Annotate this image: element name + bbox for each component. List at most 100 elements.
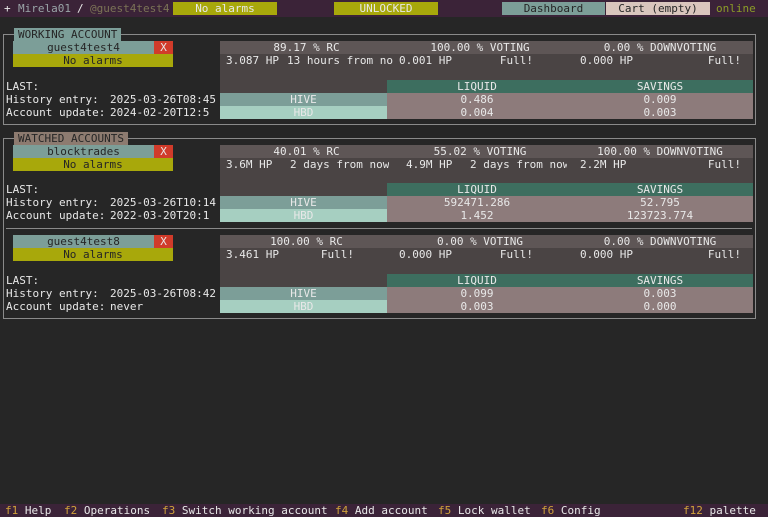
footer-label: Switch working account <box>181 504 328 517</box>
footer-label: Lock wallet <box>457 504 531 517</box>
history-entry-value: 2025-03-26T10:14 <box>110 196 216 209</box>
liquid-header: LIQUID <box>387 183 567 196</box>
close-icon[interactable]: X <box>154 145 173 158</box>
savings-header: SAVINGS <box>567 80 753 93</box>
last-label: LAST: <box>6 183 40 196</box>
vote-eta: Full! <box>499 248 533 261</box>
profile-name[interactable]: Mirela01 <box>18 2 71 15</box>
vote-hp: 4.9M HP <box>406 158 453 171</box>
dashboard-button[interactable]: Dashboard <box>502 2 605 15</box>
hive-label: HIVE <box>220 287 387 300</box>
history-entry-value: 2025-03-26T08:45 <box>110 93 216 106</box>
down-eta: Full! <box>707 158 741 171</box>
hbd-liquid: 1.452 <box>387 209 567 222</box>
hive-liquid: 592471.286 <box>387 196 567 209</box>
rc-percent: 100.00 % RC <box>220 235 393 248</box>
working-account-alarms[interactable]: No alarms <box>13 54 173 67</box>
hive-label: HIVE <box>220 196 387 209</box>
hbd-liquid: 0.003 <box>387 300 567 313</box>
downvoting-percent: 0.00 % DOWNVOTING <box>567 235 753 248</box>
account-update-value: 2024-02-20T12:5 <box>110 106 210 119</box>
rc-hp-row: 3.6M HP 2 days from now <box>220 158 393 197</box>
close-icon[interactable]: X <box>154 41 173 54</box>
footer-label: Config <box>560 504 601 517</box>
vote-eta: 2 days from now <box>470 158 567 171</box>
footer-add-account[interactable]: f4 Add account <box>335 504 428 517</box>
watched-account-alarms[interactable]: No alarms <box>13 158 173 171</box>
last-label: LAST: <box>6 80 40 93</box>
down-hp: 2.2M HP <box>580 158 627 171</box>
footer-key: f5 <box>438 504 452 517</box>
footer-label: Operations <box>83 504 151 517</box>
rc-eta: 2 days from now <box>290 158 390 171</box>
footer-keybar: f1 Help f2 Operations f3 Switch working … <box>0 504 768 517</box>
lock-status[interactable]: UNLOCKED <box>334 2 438 15</box>
savings-header: SAVINGS <box>567 274 753 287</box>
downvoting-percent: 0.00 % DOWNVOTING <box>567 41 753 54</box>
rc-eta: 13 hours from now <box>287 54 393 67</box>
footer-key: f3 <box>162 504 176 517</box>
add-icon[interactable]: + <box>4 2 11 15</box>
vote-hp: 0.001 HP <box>399 54 452 67</box>
hbd-savings: 0.003 <box>567 106 753 119</box>
hive-label: HIVE <box>220 93 387 106</box>
working-account-title: WORKING ACCOUNT <box>14 28 122 41</box>
hive-liquid: 0.486 <box>387 93 567 106</box>
footer-key: f6 <box>541 504 555 517</box>
hive-savings: 0.003 <box>567 287 753 300</box>
rc-eta: Full! <box>320 248 354 261</box>
voting-percent: 55.02 % VOTING <box>393 145 567 158</box>
down-hp: 0.000 HP <box>580 54 633 67</box>
footer-help[interactable]: f1 Help <box>5 504 51 517</box>
footer-operations[interactable]: f2 Operations <box>64 504 150 517</box>
rc-hp-row: 3.087 HP 13 hours from now <box>220 54 393 93</box>
working-account-name[interactable]: guest4test4 <box>13 41 154 54</box>
account-update-value: 2022-03-20T20:1 <box>110 209 210 222</box>
account-divider <box>6 228 752 229</box>
hbd-savings: 0.000 <box>567 300 753 313</box>
hbd-savings: 123723.774 <box>567 209 753 222</box>
voting-percent: 0.00 % VOTING <box>393 235 567 248</box>
down-eta: Full! <box>707 248 741 261</box>
footer-palette[interactable]: f12 palette <box>683 504 756 517</box>
footer-switch-account[interactable]: f3 Switch working account <box>162 504 328 517</box>
down-hp: 0.000 HP <box>580 248 633 261</box>
hive-savings: 52.795 <box>567 196 753 209</box>
hbd-label: HBD <box>220 300 387 313</box>
rc-percent: 40.01 % RC <box>220 145 393 158</box>
liquid-header: LIQUID <box>387 80 567 93</box>
rc-hp-row: 3.461 HP Full! <box>220 248 393 287</box>
watched-account-name[interactable]: guest4test8 <box>13 235 154 248</box>
rc-percent: 89.17 % RC <box>220 41 393 54</box>
account-update-label: Account update: <box>6 106 106 119</box>
working-account-link[interactable]: @guest4test4 <box>90 2 169 15</box>
close-icon[interactable]: X <box>154 235 173 248</box>
rc-hp: 3.6M HP <box>226 158 273 171</box>
hive-savings: 0.009 <box>567 93 753 106</box>
history-entry-label: History entry: <box>6 196 99 209</box>
online-status: online <box>716 2 756 15</box>
hbd-liquid: 0.004 <box>387 106 567 119</box>
watched-accounts-title: WATCHED ACCOUNTS <box>14 132 128 145</box>
vote-eta: Full! <box>499 54 533 67</box>
hive-liquid: 0.099 <box>387 287 567 300</box>
footer-label: palette <box>709 504 756 517</box>
watched-account-alarms[interactable]: No alarms <box>13 248 173 261</box>
footer-key: f12 <box>683 504 703 517</box>
savings-header: SAVINGS <box>567 183 753 196</box>
hbd-label: HBD <box>220 106 387 119</box>
alarms-indicator[interactable]: No alarms <box>173 2 277 15</box>
rc-hp: 3.087 HP <box>226 54 279 67</box>
footer-config[interactable]: f6 Config <box>541 504 601 517</box>
history-entry-label: History entry: <box>6 287 99 300</box>
top-bar: + Mirela01 / @guest4test4 No alarms UNLO… <box>0 0 768 17</box>
cart-button[interactable]: Cart (empty) <box>606 2 710 15</box>
hbd-label: HBD <box>220 209 387 222</box>
footer-key: f1 <box>5 504 19 517</box>
watched-account-name[interactable]: blocktrades <box>13 145 154 158</box>
footer-label: Help <box>24 504 52 517</box>
rc-hp: 3.461 HP <box>226 248 279 261</box>
footer-lock-wallet[interactable]: f5 Lock wallet <box>438 504 531 517</box>
account-update-value: never <box>110 300 144 313</box>
account-update-label: Account update: <box>6 300 106 313</box>
